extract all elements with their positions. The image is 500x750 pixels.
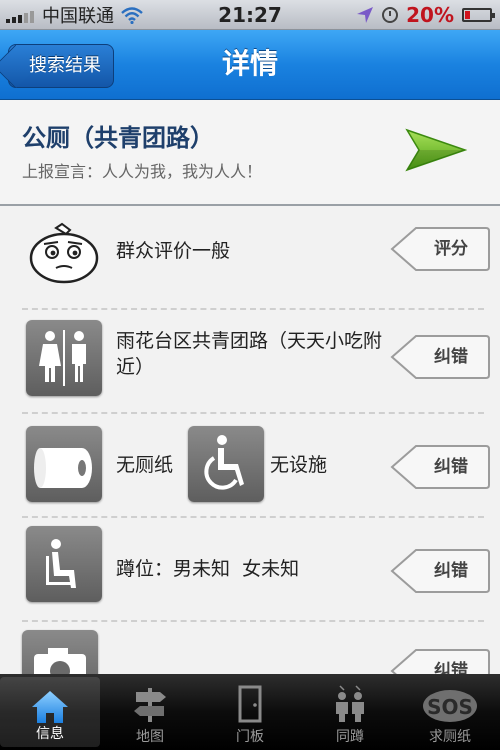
people-icon (336, 685, 364, 722)
photo-correct-button[interactable]: 纠错 (390, 648, 490, 674)
tab-info[interactable]: 信息 (0, 677, 100, 747)
rating-row: 群众评价一般 评分 (0, 206, 500, 310)
address-correct-button[interactable]: 纠错 (390, 334, 490, 380)
place-name: 公厕（共青团路） (22, 124, 214, 152)
squat-text: 蹲位：男未知 女未知 (116, 558, 300, 580)
alarm-clock-icon (382, 6, 399, 23)
squat-row: 蹲位：男未知 女未知 纠错 (0, 518, 500, 622)
paper-status: 无厕纸 (116, 454, 174, 476)
tab-bar: 信息 地图 门板 同蹲 SOS 求厕纸 (0, 674, 500, 750)
navigation-bar: 搜索结果 详情 (0, 30, 500, 100)
location-arrow-icon (357, 6, 374, 23)
photo-correct-label: 纠错 (434, 661, 468, 674)
facilities-correct-label: 纠错 (434, 457, 468, 477)
tab-door-label: 门板 (236, 729, 264, 745)
rate-button[interactable]: 评分 (390, 226, 490, 272)
address-text: 雨花台区共青团路（天天小吃附近） (116, 330, 383, 378)
tab-info-label: 信息 (36, 726, 64, 742)
camera-icon (22, 630, 98, 674)
sos-icon: SOS (423, 690, 477, 722)
facilities-row: 无厕纸 无设施 纠错 (0, 414, 500, 518)
svg-text:SOS: SOS (427, 695, 473, 719)
wheelchair-icon (188, 426, 264, 502)
photo-row: 纠错 (0, 622, 500, 674)
tab-map-label: 地图 (136, 729, 164, 745)
battery-icon (462, 7, 495, 22)
status-bar: 中国联通 21:27 20% (0, 0, 500, 30)
signpost-icon (134, 688, 166, 722)
battery-percent: 20% (406, 2, 454, 27)
restroom-icon (26, 320, 102, 396)
tab-squat-together-label: 同蹲 (336, 729, 364, 745)
report-slogan: 上报宣言：人人为我，我为人人！ (22, 162, 263, 181)
rating-text: 群众评价一般 (116, 240, 231, 262)
accessibility-status: 无设施 (270, 454, 328, 476)
rate-button-label: 评分 (434, 239, 468, 259)
door-icon (238, 685, 262, 723)
facilities-correct-button[interactable]: 纠错 (390, 444, 490, 490)
tab-door[interactable]: 门板 (200, 674, 300, 750)
address-correct-label: 纠错 (434, 347, 468, 367)
toilet-paper-icon (26, 426, 102, 502)
seat-icon (26, 526, 102, 602)
home-icon (32, 691, 68, 723)
face-icon (29, 222, 99, 284)
tab-request-paper[interactable]: SOS 求厕纸 (400, 674, 500, 750)
squat-correct-label: 纠错 (434, 561, 468, 581)
back-button[interactable]: 搜索结果 (8, 44, 114, 88)
tab-request-paper-label: 求厕纸 (429, 729, 471, 745)
tab-map[interactable]: 地图 (100, 674, 200, 750)
address-row: 雨花台区共青团路（天天小吃附近） 纠错 (0, 310, 500, 414)
tab-squat-together[interactable]: 同蹲 (300, 674, 400, 750)
back-button-label: 搜索结果 (29, 55, 101, 76)
send-arrow-icon[interactable] (405, 128, 467, 172)
squat-correct-button[interactable]: 纠错 (390, 548, 490, 594)
